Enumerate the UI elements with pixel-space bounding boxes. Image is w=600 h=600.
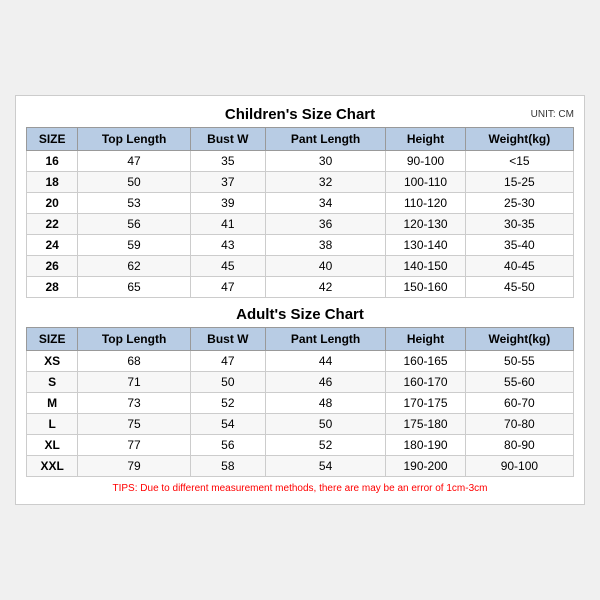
children-col-height: Height xyxy=(386,128,465,151)
table-row: S715046160-17055-60 xyxy=(27,372,574,393)
children-col-toplength: Top Length xyxy=(78,128,191,151)
table-row: M735248170-17560-70 xyxy=(27,393,574,414)
table-row: L755450175-18070-80 xyxy=(27,414,574,435)
chart-container: Children's Size Chart UNIT: CM SIZE Top … xyxy=(15,95,585,505)
adults-col-toplength: Top Length xyxy=(78,328,191,351)
children-col-pantlength: Pant Length xyxy=(265,128,385,151)
adults-col-height: Height xyxy=(386,328,465,351)
table-row: 22564136120-13030-35 xyxy=(27,214,574,235)
children-col-bustw: Bust W xyxy=(190,128,265,151)
table-row: 28654742150-16045-50 xyxy=(27,277,574,298)
children-header-row: SIZE Top Length Bust W Pant Length Heigh… xyxy=(27,128,574,151)
table-row: 26624540140-15040-45 xyxy=(27,256,574,277)
table-row: XL775652180-19080-90 xyxy=(27,435,574,456)
adults-col-bustw: Bust W xyxy=(190,328,265,351)
tips-text: TIPS: Due to different measurement metho… xyxy=(26,483,574,494)
children-col-weight: Weight(kg) xyxy=(465,128,573,151)
children-title: Children's Size Chart xyxy=(225,106,375,123)
adults-col-weight: Weight(kg) xyxy=(465,328,573,351)
adults-table: SIZE Top Length Bust W Pant Length Heigh… xyxy=(26,327,574,477)
table-row: XXL795854190-20090-100 xyxy=(27,456,574,477)
unit-label: UNIT: CM xyxy=(531,109,574,120)
children-col-size: SIZE xyxy=(27,128,78,151)
table-row: 24594338130-14035-40 xyxy=(27,235,574,256)
adults-col-size: SIZE xyxy=(27,328,78,351)
children-table: SIZE Top Length Bust W Pant Length Heigh… xyxy=(26,127,574,298)
table-row: 20533934110-12025-30 xyxy=(27,193,574,214)
adults-col-pantlength: Pant Length xyxy=(265,328,385,351)
adults-header-row: SIZE Top Length Bust W Pant Length Heigh… xyxy=(27,328,574,351)
table-row: 18503732100-11015-25 xyxy=(27,172,574,193)
adults-title-row: Adult's Size Chart xyxy=(26,306,574,323)
table-row: XS684744160-16550-55 xyxy=(27,351,574,372)
table-row: 1647353090-100<15 xyxy=(27,151,574,172)
adults-title: Adult's Size Chart xyxy=(236,306,364,323)
children-title-row: Children's Size Chart UNIT: CM xyxy=(26,106,574,123)
